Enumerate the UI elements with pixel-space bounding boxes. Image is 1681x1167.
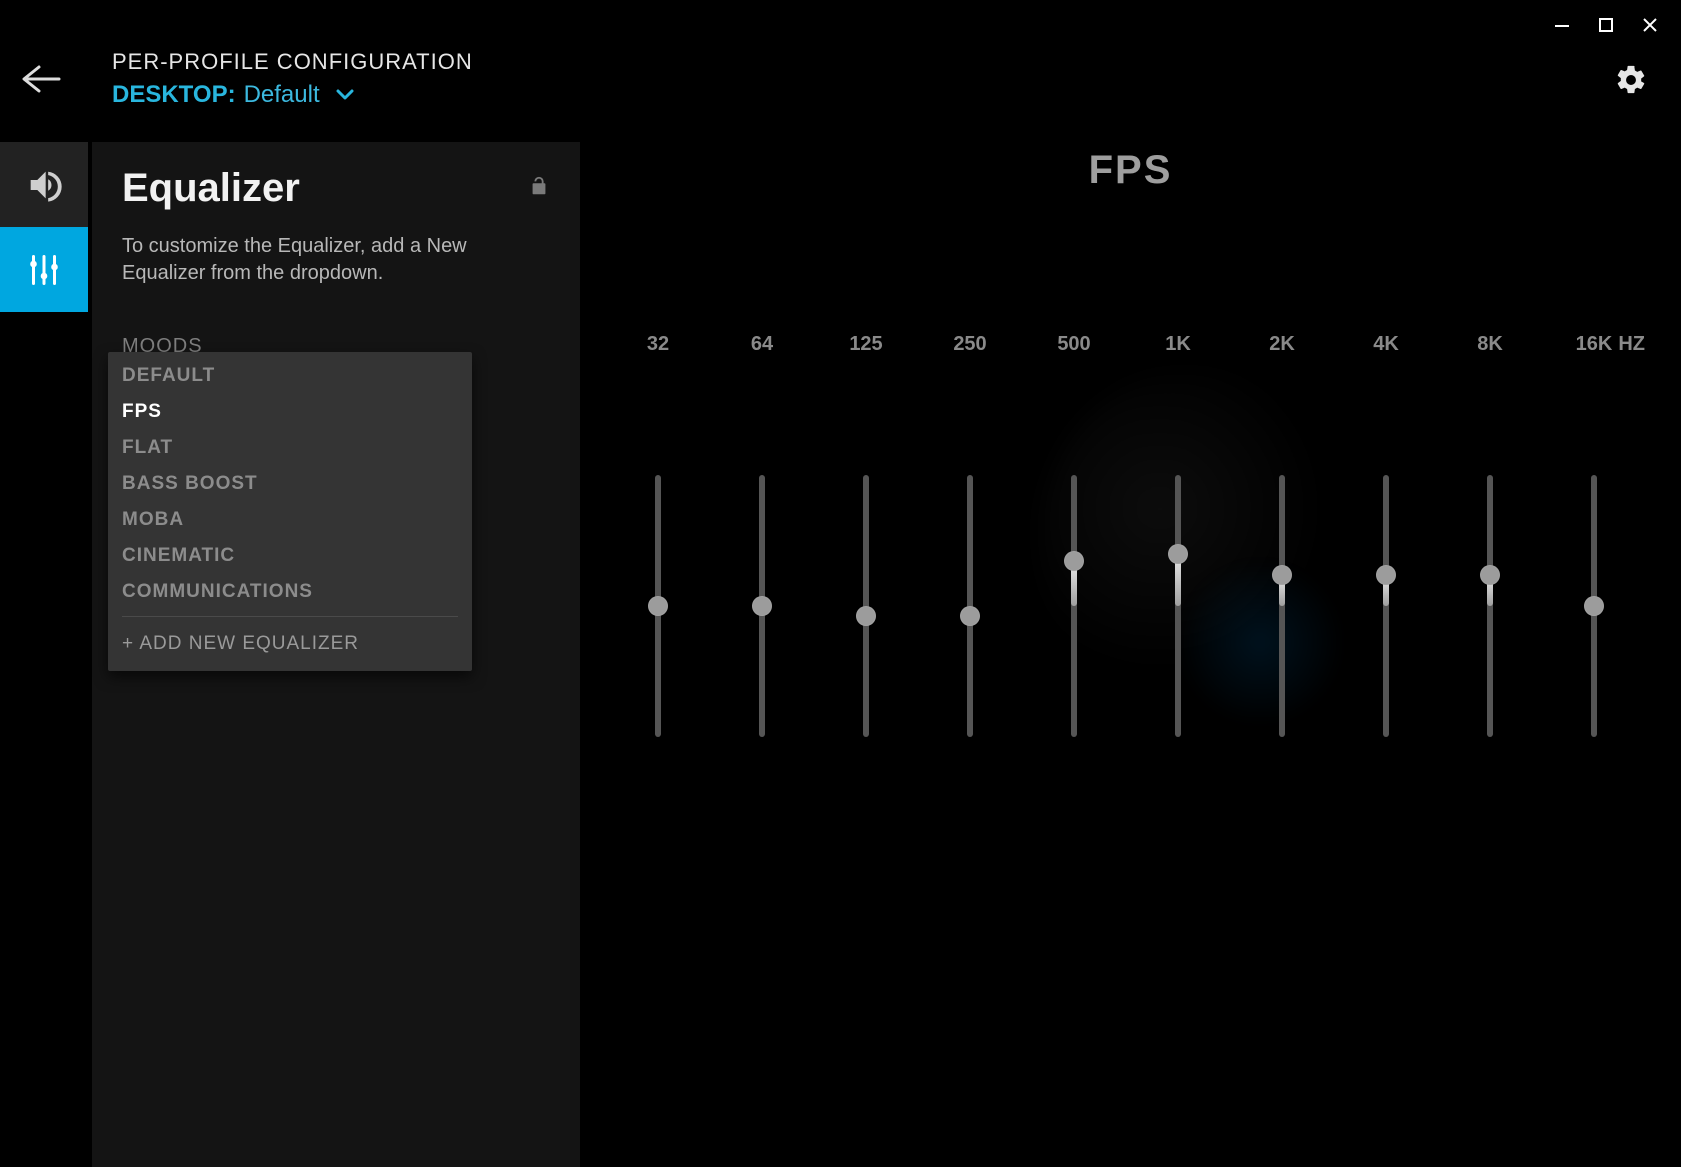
settings-button[interactable]	[1609, 58, 1653, 102]
moods-option-moba[interactable]: MOBA	[108, 502, 472, 538]
slider-thumb[interactable]	[1376, 565, 1396, 585]
eq-band-label: 64	[751, 333, 773, 356]
slider-thumb[interactable]	[1064, 551, 1084, 571]
moods-option-fps[interactable]: FPS	[108, 394, 472, 430]
chevron-down-icon	[336, 89, 354, 101]
moods-dropdown[interactable]: DEFAULTFPSFLATBASS BOOSTMOBACINEMATICCOM…	[108, 352, 472, 671]
moods-option-flat[interactable]: FLAT	[108, 430, 472, 466]
eq-band-label: 125	[849, 333, 882, 356]
lock-icon[interactable]	[528, 174, 550, 203]
eq-slider-125[interactable]	[856, 475, 876, 737]
eq-slider-250[interactable]	[960, 475, 980, 737]
profile-name: Default	[244, 81, 320, 109]
eq-slider-16K[interactable]	[1584, 475, 1604, 737]
panel-title: Equalizer	[122, 166, 300, 211]
desktop-prefix: DESKTOP:	[112, 81, 236, 109]
eq-sliders	[580, 475, 1681, 737]
slider-track	[1279, 475, 1285, 737]
preset-title: FPS	[580, 148, 1681, 193]
eq-band-labels: HZ 32 64 125 250 500 1K 2K 4K 8K 16K	[580, 333, 1681, 365]
config-label: PER-PROFILE CONFIGURATION	[112, 49, 473, 75]
slider-thumb[interactable]	[1584, 596, 1604, 616]
eq-band-label: 8K	[1477, 333, 1503, 356]
slider-track	[1071, 475, 1077, 737]
slider-track	[1383, 475, 1389, 737]
moods-option-bass-boost[interactable]: BASS BOOST	[108, 466, 472, 502]
moods-option-default[interactable]: DEFAULT	[108, 358, 472, 394]
slider-track	[1487, 475, 1493, 737]
eq-slider-4K[interactable]	[1376, 475, 1396, 737]
sidebar-rail	[0, 142, 88, 312]
eq-slider-32[interactable]	[648, 475, 668, 737]
equalizer-main: FPS HZ 32 64 125 250 500 1K 2K 4K 8K 16K	[580, 142, 1681, 1167]
slider-thumb[interactable]	[1168, 544, 1188, 564]
eq-slider-8K[interactable]	[1480, 475, 1500, 737]
profile-selector[interactable]: DESKTOP: Default	[112, 81, 473, 109]
sidebar-item-equalizer[interactable]	[0, 227, 88, 312]
add-new-equalizer-button[interactable]: + ADD NEW EQUALIZER	[108, 623, 472, 661]
back-button[interactable]	[10, 34, 72, 124]
moods-option-communications[interactable]: COMMUNICATIONS	[108, 574, 472, 610]
slider-thumb[interactable]	[1272, 565, 1292, 585]
hz-label: HZ	[1618, 333, 1645, 356]
eq-band-label: 2K	[1269, 333, 1295, 356]
sidebar-item-acoustics[interactable]	[0, 142, 88, 227]
moods-option-cinematic[interactable]: CINEMATIC	[108, 538, 472, 574]
slider-thumb[interactable]	[1480, 565, 1500, 585]
eq-slider-500[interactable]	[1064, 475, 1084, 737]
eq-band-label: 32	[647, 333, 669, 356]
slider-thumb[interactable]	[856, 606, 876, 626]
eq-slider-64[interactable]	[752, 475, 772, 737]
eq-slider-2K[interactable]	[1272, 475, 1292, 737]
slider-thumb[interactable]	[752, 596, 772, 616]
eq-band-label: 250	[953, 333, 986, 356]
slider-thumb[interactable]	[960, 606, 980, 626]
eq-band-label: 4K	[1373, 333, 1399, 356]
dropdown-separator	[122, 616, 458, 617]
eq-slider-1K[interactable]	[1168, 475, 1188, 737]
header: PER-PROFILE CONFIGURATION DESKTOP: Defau…	[10, 34, 1681, 124]
slider-track	[1175, 475, 1181, 737]
slider-thumb[interactable]	[648, 596, 668, 616]
eq-band-label: 1K	[1165, 333, 1191, 356]
eq-band-label: 16K	[1576, 333, 1613, 356]
eq-band-label: 500	[1057, 333, 1090, 356]
panel-description: To customize the Equalizer, add a New Eq…	[122, 233, 502, 287]
